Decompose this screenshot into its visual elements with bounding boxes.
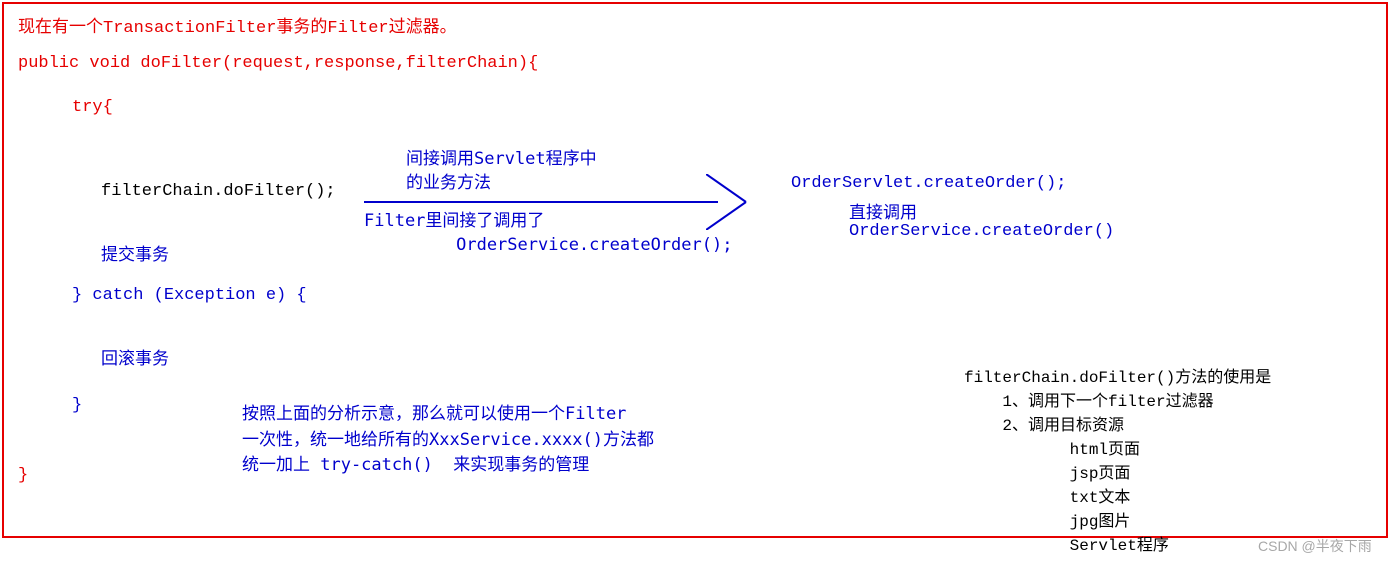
code-rollback-transaction: 回滚事务: [101, 344, 169, 369]
arrow-head-icon: [706, 174, 752, 230]
code-commit-transaction: 提交事务: [101, 240, 169, 265]
analysis-note: 按照上面的分析示意，那么就可以使用一个Filter 一次性，统一地给所有的Xxx…: [242, 402, 654, 479]
watermark-text: CSDN @半夜下雨: [1258, 536, 1372, 556]
code-dofilter-call: filterChain.doFilter();: [101, 182, 336, 201]
arrow-label-below: Filter里间接了调用了 OrderService.createOrder()…: [364, 210, 732, 258]
code-catch-line: } catch (Exception e) {: [72, 286, 307, 305]
title-text: 现在有一个TransactionFilter事务的Filter过滤器。: [18, 12, 457, 38]
code-try-open: try{: [72, 98, 113, 117]
target-servlet-call: OrderServlet.createOrder();: [791, 174, 1066, 193]
dofilter-usage-note: filterChain.doFilter()方法的使用是 1、调用下一个filt…: [964, 366, 1271, 558]
code-brace-close-outer: }: [18, 466, 28, 485]
target-service-call: OrderService.createOrder(): [849, 222, 1114, 241]
target-direct-call-label: 直接调用: [849, 198, 917, 223]
code-brace-close-inner: }: [72, 396, 82, 415]
code-signature: public void doFilter(request,response,fi…: [18, 54, 538, 73]
arrow-shaft: [364, 201, 718, 203]
diagram-frame: 现在有一个TransactionFilter事务的Filter过滤器。 publ…: [2, 2, 1388, 538]
arrow-label-above: 间接调用Servlet程序中 的业务方法: [406, 148, 597, 196]
